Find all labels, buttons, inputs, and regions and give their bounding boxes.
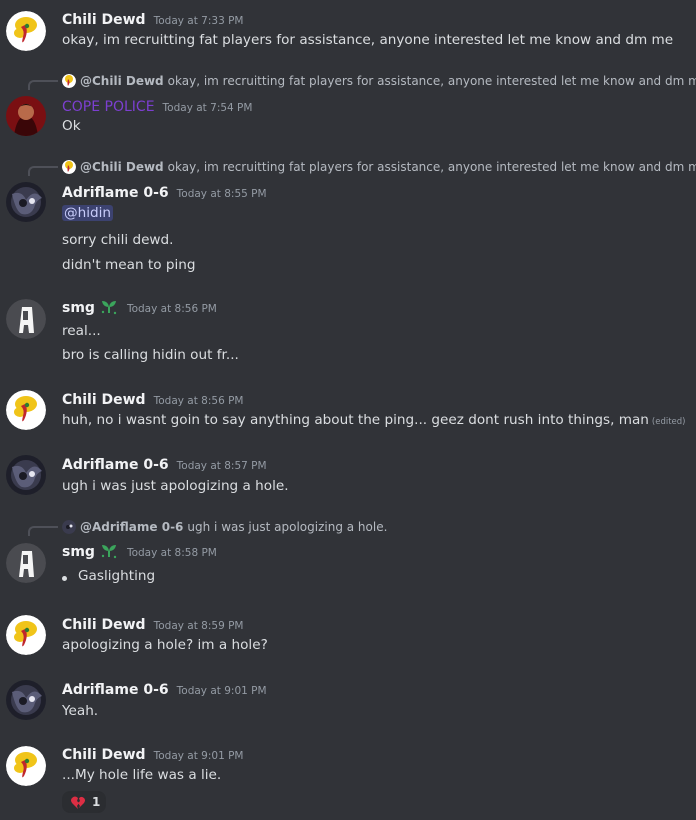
message-text: huh, no i wasnt goin to say anything abo… <box>62 412 649 428</box>
message-timestamp: Today at 8:58 PM <box>126 547 217 559</box>
message-text: Ok <box>62 118 81 134</box>
message-author[interactable]: COPE POLICE <box>62 99 155 115</box>
reaction-button[interactable]: 1 <box>62 791 106 813</box>
message-timestamp: Today at 9:01 PM <box>153 750 244 762</box>
message-text: real... <box>62 323 101 339</box>
avatar-chili-dewd[interactable] <box>6 390 46 430</box>
message-text: ugh i was just apologizing a hole. <box>62 478 289 494</box>
message-timestamp: Today at 8:55 PM <box>176 188 267 200</box>
avatar-smg[interactable] <box>6 543 46 583</box>
reply-preview[interactable]: @Adriflame 0-6 ugh i was just apologizing… <box>62 520 387 536</box>
reply-connector <box>28 166 58 176</box>
message-text: okay, im recruitting fat players for ass… <box>62 32 674 48</box>
message-timestamp: Today at 7:33 PM <box>153 15 244 27</box>
reply-connector <box>28 526 58 536</box>
message-author[interactable]: Chili Dewd <box>62 747 146 763</box>
reply-preview[interactable]: @Chili Dewd okay, im recruitting fat play… <box>62 74 696 90</box>
sprout-badge-icon[interactable] <box>99 541 119 561</box>
avatar-smg[interactable] <box>6 299 46 339</box>
message-text: didn't mean to ping <box>62 257 196 273</box>
message-timestamp: Today at 9:01 PM <box>176 685 267 697</box>
reply-author[interactable]: @Adriflame 0-6 <box>80 520 183 534</box>
message-timestamp: Today at 8:56 PM <box>153 395 244 407</box>
message-author[interactable]: Chili Dewd <box>62 12 146 28</box>
message-timestamp: Today at 8:59 PM <box>153 620 244 632</box>
reply-avatar-icon <box>62 74 76 88</box>
reply-text: okay, im recruitting fat players for ass… <box>167 160 696 174</box>
reply-avatar-icon <box>62 520 76 534</box>
chat-messages: Chili Dewd Today at 7:33 PM okay, im recr… <box>0 0 696 820</box>
avatar-chili-dewd[interactable] <box>6 11 46 51</box>
avatar-cope-police[interactable] <box>6 96 46 136</box>
avatar-adriflame[interactable] <box>6 182 46 222</box>
avatar-adriflame[interactable] <box>6 455 46 495</box>
message-author[interactable]: smg <box>62 300 95 316</box>
bullet-point <box>62 576 67 581</box>
avatar-chili-dewd[interactable] <box>6 615 46 655</box>
message-author[interactable]: Adriflame 0-6 <box>62 457 169 473</box>
broken-heart-icon <box>71 796 85 809</box>
message-author[interactable]: smg <box>62 544 95 560</box>
message-text: Yeah. <box>62 703 99 719</box>
reaction-count: 1 <box>92 795 101 809</box>
avatar-adriflame[interactable] <box>6 680 46 720</box>
avatar-chili-dewd[interactable] <box>6 746 46 786</box>
reply-preview[interactable]: @Chili Dewd okay, im recruitting fat play… <box>62 160 696 176</box>
reply-connector <box>28 80 58 90</box>
sprout-badge-icon[interactable] <box>99 297 119 317</box>
message-author[interactable]: Adriflame 0-6 <box>62 185 169 201</box>
message-text: ...My hole life was a lie. <box>62 767 222 783</box>
message-text: apologizing a hole? im a hole? <box>62 637 268 653</box>
reply-text: okay, im recruitting fat players for ass… <box>167 74 696 88</box>
reply-author[interactable]: @Chili Dewd <box>80 160 164 174</box>
user-mention[interactable]: @hidin <box>62 205 114 221</box>
message-text: bro is calling hidin out fr... <box>62 347 239 363</box>
message-author[interactable]: Adriflame 0-6 <box>62 682 169 698</box>
message-timestamp: Today at 8:56 PM <box>126 303 217 315</box>
list-item: Gaslighting <box>78 568 156 584</box>
edited-tag: (edited) <box>651 417 686 427</box>
message-text: sorry chili dewd. <box>62 232 174 248</box>
message-author[interactable]: Chili Dewd <box>62 617 146 633</box>
reply-text: ugh i was just apologizing a hole. <box>187 520 388 534</box>
reply-avatar-icon <box>62 160 76 174</box>
reply-author[interactable]: @Chili Dewd <box>80 74 164 88</box>
message-timestamp: Today at 8:57 PM <box>176 460 267 472</box>
message-timestamp: Today at 7:54 PM <box>162 102 253 114</box>
message-author[interactable]: Chili Dewd <box>62 392 146 408</box>
